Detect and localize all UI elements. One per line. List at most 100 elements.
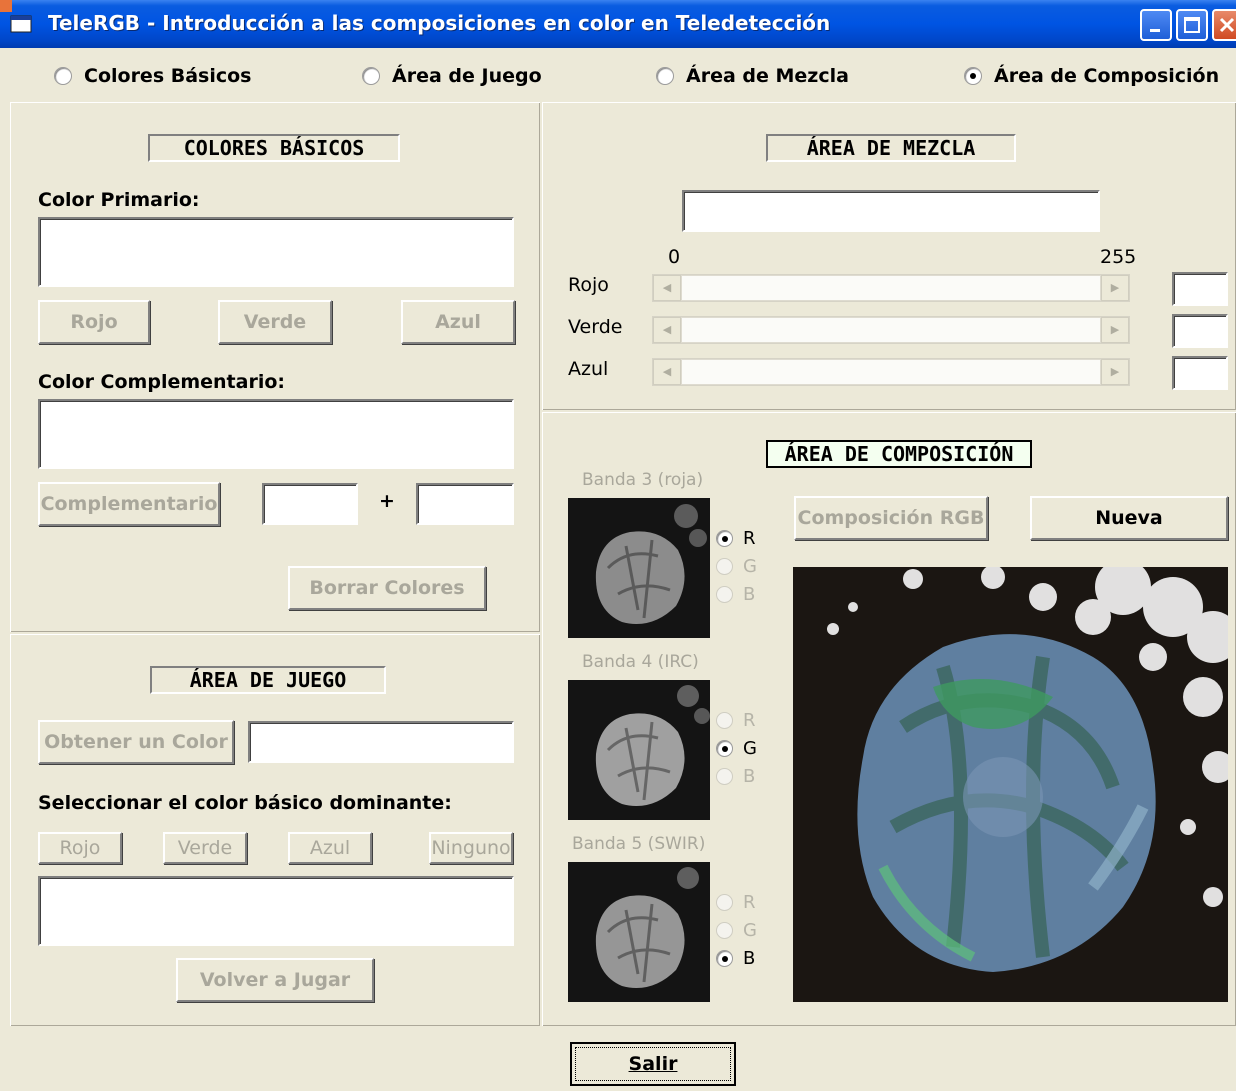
mode-label-game: Área de Juego bbox=[392, 65, 542, 87]
complement-part-b-field[interactable] bbox=[416, 483, 514, 525]
green-button[interactable]: Verde bbox=[218, 300, 332, 344]
mode-radio-basic[interactable]: Colores Básicos bbox=[54, 60, 252, 92]
game-red-button[interactable]: Rojo bbox=[38, 832, 122, 864]
red-scroll-track[interactable] bbox=[681, 275, 1101, 301]
band-3-radio-r[interactable]: R bbox=[716, 524, 756, 552]
exit-button[interactable]: Salir bbox=[570, 1042, 736, 1086]
complement-color-label: Color Complementario: bbox=[38, 371, 285, 393]
mix-blue-label: Azul bbox=[568, 358, 609, 380]
basic-colors-panel bbox=[10, 102, 540, 632]
scroll-left-icon[interactable]: ◀ bbox=[653, 275, 681, 301]
game-color-field bbox=[248, 721, 514, 763]
green-scroll-track[interactable] bbox=[681, 317, 1101, 343]
scale-min-label: 0 bbox=[668, 246, 681, 268]
new-button[interactable]: Nueva bbox=[1030, 496, 1228, 540]
band-3-image bbox=[568, 498, 710, 638]
band-5-radio-b[interactable]: B bbox=[716, 944, 755, 972]
radio-g[interactable] bbox=[716, 739, 733, 757]
radio-g[interactable] bbox=[716, 921, 733, 939]
band-3-radio-g[interactable]: G bbox=[716, 552, 757, 580]
maximize-icon bbox=[1184, 17, 1200, 33]
blue-button[interactable]: Azul bbox=[401, 300, 515, 344]
minimize-button[interactable] bbox=[1140, 9, 1172, 41]
channel-g-label: G bbox=[743, 737, 757, 759]
mix-title: ÁREA DE MEZCLA bbox=[766, 134, 1016, 162]
primary-color-field bbox=[38, 217, 514, 287]
maximize-button[interactable] bbox=[1176, 9, 1208, 41]
composition-title: ÁREA DE COMPOSICIÓN bbox=[766, 440, 1032, 468]
band-4-radio-b[interactable]: B bbox=[716, 762, 755, 790]
green-scrollbar[interactable]: ◀ ▶ bbox=[652, 316, 1130, 344]
complement-color-field bbox=[38, 399, 514, 469]
band-3-thumbnail bbox=[568, 498, 710, 638]
plus-sign: + bbox=[379, 490, 395, 512]
game-blue-button[interactable]: Azul bbox=[288, 832, 372, 864]
close-button[interactable] bbox=[1212, 9, 1236, 41]
complement-button[interactable]: Complementario bbox=[38, 482, 220, 526]
scroll-left-icon[interactable]: ◀ bbox=[653, 359, 681, 385]
channel-r-label: R bbox=[743, 709, 756, 731]
mix-red-label: Rojo bbox=[568, 274, 609, 296]
band-4-thumbnail bbox=[568, 680, 710, 820]
radio-basic[interactable] bbox=[54, 67, 72, 85]
radio-g[interactable] bbox=[716, 557, 733, 575]
radio-r[interactable] bbox=[716, 529, 733, 547]
close-icon bbox=[1219, 17, 1235, 33]
radio-r[interactable] bbox=[716, 893, 733, 911]
band-4-radio-g[interactable]: G bbox=[716, 734, 757, 762]
channel-b-label: B bbox=[743, 947, 756, 969]
band-5-image bbox=[568, 862, 710, 1002]
scroll-left-icon[interactable]: ◀ bbox=[653, 317, 681, 343]
mode-radio-composition[interactable]: Área de Composición bbox=[964, 60, 1219, 92]
composite-image bbox=[793, 567, 1228, 1002]
composite-satellite-image bbox=[793, 567, 1228, 1002]
clear-colors-button[interactable]: Borrar Colores bbox=[288, 566, 486, 610]
radio-composition[interactable] bbox=[964, 67, 982, 85]
green-value-field[interactable] bbox=[1172, 314, 1228, 348]
corner-mark bbox=[0, 0, 12, 12]
channel-g-label: G bbox=[743, 919, 757, 941]
red-button[interactable]: Rojo bbox=[38, 300, 150, 344]
band-3-radio-b[interactable]: B bbox=[716, 580, 755, 608]
mode-radio-mix[interactable]: Área de Mezcla bbox=[656, 60, 849, 92]
scroll-right-icon[interactable]: ▶ bbox=[1101, 317, 1129, 343]
complement-part-a-field[interactable] bbox=[262, 483, 358, 525]
band-5-radio-r[interactable]: R bbox=[716, 888, 756, 916]
select-dominant-label: Seleccionar el color básico dominante: bbox=[38, 792, 452, 814]
mix-green-label: Verde bbox=[568, 316, 623, 338]
radio-b[interactable] bbox=[716, 767, 733, 785]
get-color-button[interactable]: Obtener un Color bbox=[38, 720, 234, 764]
radio-game[interactable] bbox=[362, 67, 380, 85]
channel-b-label: B bbox=[743, 765, 756, 787]
mode-label-mix: Área de Mezcla bbox=[686, 65, 849, 87]
band-4-radio-r[interactable]: R bbox=[716, 706, 756, 734]
mode-radio-game[interactable]: Área de Juego bbox=[362, 60, 542, 92]
app-icon bbox=[10, 15, 32, 33]
band-4-label: Banda 4 (IRC) bbox=[582, 652, 699, 672]
radio-r[interactable] bbox=[716, 711, 733, 729]
radio-b[interactable] bbox=[716, 585, 733, 603]
channel-r-label: R bbox=[743, 527, 756, 549]
minimize-icon bbox=[1150, 29, 1160, 32]
mode-label-basic: Colores Básicos bbox=[84, 65, 252, 87]
blue-scrollbar[interactable]: ◀ ▶ bbox=[652, 358, 1130, 386]
scroll-right-icon[interactable]: ▶ bbox=[1101, 275, 1129, 301]
play-again-button[interactable]: Volver a Jugar bbox=[176, 958, 374, 1002]
band-4-image bbox=[568, 680, 710, 820]
scale-max-label: 255 bbox=[1100, 246, 1137, 268]
red-value-field[interactable] bbox=[1172, 272, 1228, 306]
scroll-right-icon[interactable]: ▶ bbox=[1101, 359, 1129, 385]
game-none-button[interactable]: Ninguno bbox=[429, 832, 513, 864]
red-scrollbar[interactable]: ◀ ▶ bbox=[652, 274, 1130, 302]
band-5-radio-g[interactable]: G bbox=[716, 916, 757, 944]
channel-r-label: R bbox=[743, 891, 756, 913]
game-green-button[interactable]: Verde bbox=[163, 832, 247, 864]
mix-color-field bbox=[682, 190, 1100, 232]
radio-b[interactable] bbox=[716, 949, 733, 967]
rgb-composition-button[interactable]: Composición RGB bbox=[794, 496, 988, 540]
blue-value-field[interactable] bbox=[1172, 356, 1228, 390]
basic-colors-title: COLORES BÁSICOS bbox=[148, 134, 400, 162]
blue-scroll-track[interactable] bbox=[681, 359, 1101, 385]
radio-mix[interactable] bbox=[656, 67, 674, 85]
channel-b-label: B bbox=[743, 583, 756, 605]
